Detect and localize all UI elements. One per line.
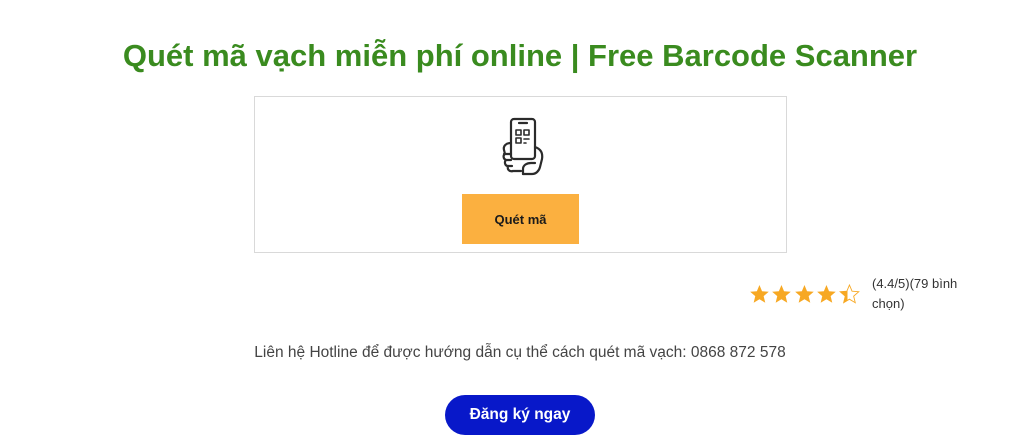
star-icon[interactable] [794,284,815,304]
star-rating[interactable] [749,284,861,304]
star-icon[interactable] [838,284,860,304]
page-title: Quét mã vạch miễn phí online | Free Barc… [122,38,918,73]
rating-text: (4.4/5)(79 bình chọn) [872,276,958,311]
page: Quét mã vạch miễn phí online | Free Barc… [0,0,1024,445]
rating-widget: (4.4/5)(79 bình chọn) [749,272,979,316]
scanner-panel: Quét mã [254,96,787,253]
star-icon[interactable] [749,284,770,304]
star-icon[interactable] [771,284,792,304]
star-icon[interactable] [816,284,837,304]
phone-scan-icon [502,117,544,176]
hotline-text: Liên hệ Hotline để được hướng dẫn cụ thể… [254,344,786,361]
scan-button[interactable]: Quét mã [462,194,579,244]
register-button[interactable]: Đăng ký ngay [445,395,595,435]
